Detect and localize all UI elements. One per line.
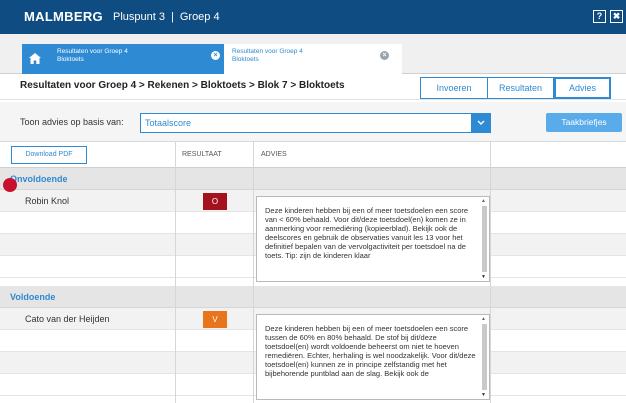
- resultaten-button[interactable]: Resultaten: [487, 77, 554, 99]
- tab-subtitle: Bloktoets: [232, 56, 259, 63]
- tab-subtitle: Bloktoets: [57, 56, 84, 63]
- product-crumbs: Pluspunt 3 | Groep 4: [113, 11, 220, 23]
- brand-logo: MALMBERG: [24, 9, 103, 24]
- column-resultaat: RESULTAAT: [182, 151, 222, 158]
- section-onvoldoende: Onvoldoende: [0, 168, 626, 190]
- column-divider: [490, 142, 491, 403]
- scroll-down-icon[interactable]: ▼: [481, 274, 486, 280]
- tab-close-icon[interactable]: ×: [380, 51, 389, 60]
- advice-text: Deze kinderen hebben bij een of meer toe…: [265, 206, 469, 260]
- tab-title: Resultaten voor Groep 4: [57, 48, 128, 55]
- tab-close-icon[interactable]: ×: [211, 51, 220, 60]
- download-pdf-button[interactable]: Download PDF: [11, 146, 87, 164]
- tab-strip: Resultaten voor Groep 4 Bloktoets × Resu…: [0, 34, 626, 74]
- breadcrumb: Resultaten voor Groep 4 > Rekenen > Blok…: [20, 80, 345, 91]
- section-voldoende: Voldoende: [0, 286, 626, 308]
- advice-scrollbar[interactable]: ▲ ▼: [480, 315, 489, 399]
- scroll-down-icon[interactable]: ▼: [481, 392, 486, 398]
- advice-text-onvoldoende[interactable]: Deze kinderen hebben bij een of meer toe…: [256, 196, 490, 282]
- advies-table: Download PDF RESULTAAT ADVIES Onvoldoend…: [0, 142, 626, 403]
- home-icon: [29, 53, 41, 64]
- advice-text-voldoende[interactable]: Deze kinderen hebben bij een of meer toe…: [256, 314, 490, 400]
- column-divider: [175, 142, 176, 403]
- tab-resultaten-1[interactable]: Resultaten voor Groep 4 Bloktoets ×: [48, 44, 224, 74]
- section-title: Onvoldoende: [10, 174, 68, 184]
- section-title: Voldoende: [10, 292, 56, 302]
- marker-dot: [3, 178, 17, 192]
- home-tab[interactable]: [22, 44, 48, 74]
- scrollbar-thumb[interactable]: [482, 324, 487, 390]
- taakbriefjes-button[interactable]: Taakbriefjes: [546, 113, 622, 132]
- top-bar: MALMBERG Pluspunt 3 | Groep 4 ? ✖: [0, 0, 626, 34]
- invoeren-button[interactable]: Invoeren: [420, 77, 488, 99]
- result-badge: O: [203, 193, 227, 210]
- advice-text: Deze kinderen hebben bij een of meer toe…: [265, 324, 476, 378]
- filter-row: Toon advies op basis van: Totaalscore Ta…: [0, 102, 626, 142]
- student-name: Cato van der Heijden: [25, 314, 110, 324]
- crumb-separator: |: [170, 11, 174, 23]
- advies-button[interactable]: Advies: [554, 77, 611, 99]
- result-badge: V: [203, 311, 227, 328]
- advice-scrollbar[interactable]: ▲ ▼: [480, 197, 489, 281]
- group-name[interactable]: Groep 4: [180, 11, 220, 23]
- scrollbar-thumb[interactable]: [482, 206, 487, 272]
- app-window: MALMBERG Pluspunt 3 | Groep 4 ? ✖ Resultat…: [0, 0, 626, 403]
- breadcrumb-row: Resultaten voor Groep 4 > Rekenen > Blok…: [0, 74, 626, 100]
- student-name: Robin Knol: [25, 196, 70, 206]
- filter-label: Toon advies op basis van:: [20, 117, 124, 127]
- table-header: Download PDF RESULTAAT ADVIES: [0, 142, 626, 168]
- tab-title: Resultaten voor Groep 4: [232, 48, 303, 55]
- column-divider: [253, 142, 254, 403]
- chevron-down-icon[interactable]: [471, 113, 491, 133]
- advies-basis-select[interactable]: Totaalscore: [140, 113, 491, 133]
- scroll-up-icon[interactable]: ▲: [481, 198, 486, 204]
- scroll-up-icon[interactable]: ▲: [481, 316, 486, 322]
- product-name[interactable]: Pluspunt 3: [113, 11, 165, 23]
- column-advies: ADVIES: [261, 151, 287, 158]
- close-window-button[interactable]: ✖: [610, 10, 623, 23]
- tab-resultaten-2[interactable]: Resultaten voor Groep 4 Bloktoets ×: [224, 44, 402, 74]
- select-value: Totaalscore: [145, 118, 192, 128]
- help-button[interactable]: ?: [593, 10, 606, 23]
